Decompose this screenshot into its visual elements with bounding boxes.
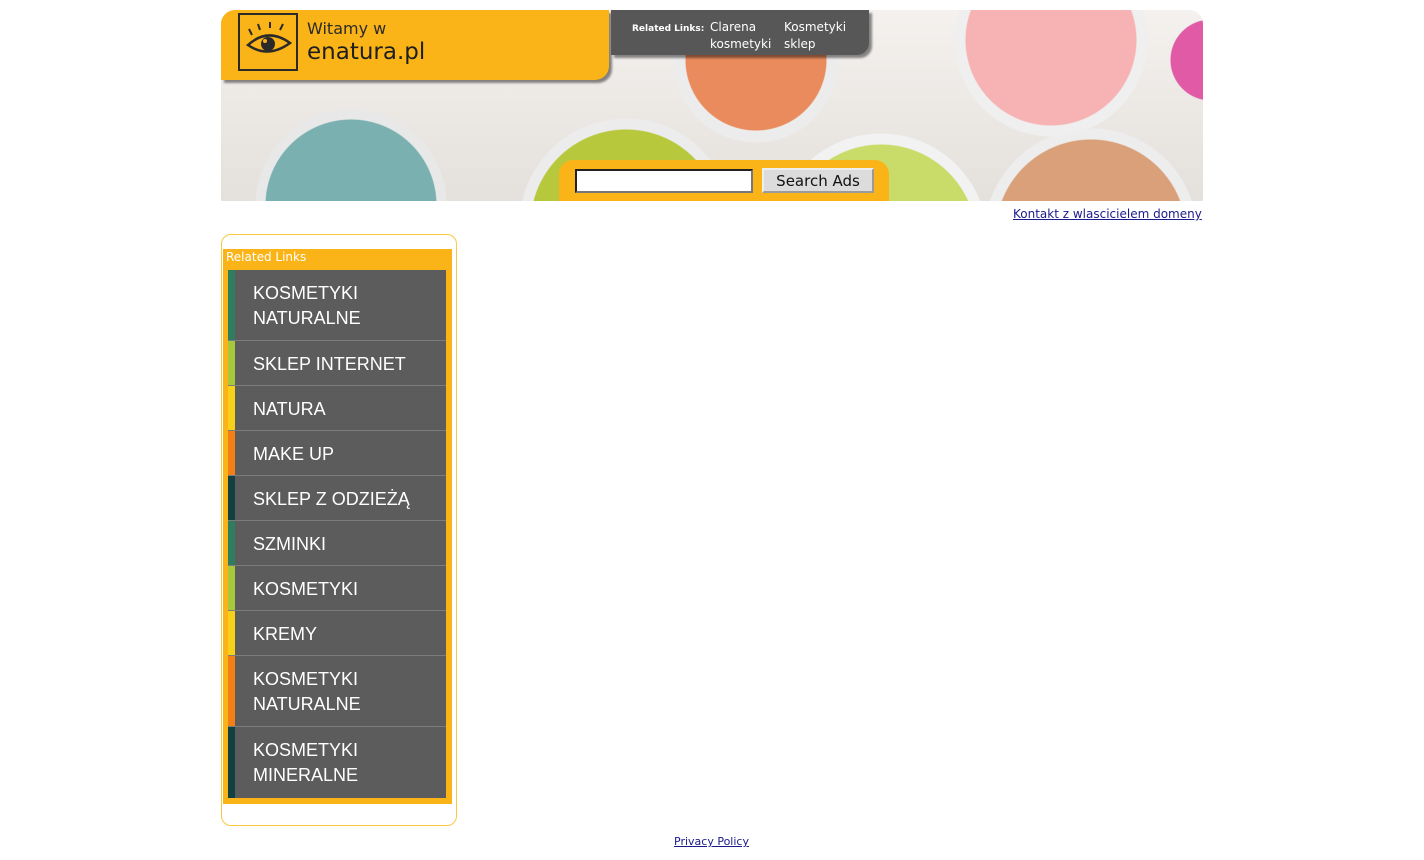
sidebar-title: Related Links: [226, 250, 307, 264]
menu-color-bar: [228, 611, 235, 655]
header-banner: Witamy w enatura.pl Related Links: Clare…: [221, 10, 1203, 201]
welcome-text: Witamy w: [307, 19, 387, 38]
related-links-title: Related Links:: [632, 24, 705, 34]
search-input[interactable]: [575, 169, 753, 193]
menu-color-bar: [228, 341, 235, 385]
sidebar-item-kosmetyki[interactable]: KOSMETYKI: [228, 566, 446, 611]
eye-logo-icon: [238, 13, 298, 71]
related-link-clarena[interactable]: Clarena kosmetyki: [710, 19, 782, 53]
sidebar-item-natura[interactable]: NATURA: [228, 386, 446, 431]
sidebar-item-sklep-z-odzieza[interactable]: SKLEP Z ODZIEŻĄ: [228, 476, 446, 521]
sidebar-item-kosmetyki-mineralne[interactable]: KOSMETYKI MINERALNE: [228, 727, 446, 798]
menu-color-bar: [228, 656, 235, 726]
menu-color-bar: [228, 566, 235, 610]
menu-color-bar: [228, 476, 235, 520]
domain-title: enatura.pl: [307, 39, 426, 65]
menu-color-bar: [228, 431, 235, 475]
menu-color-bar: [228, 521, 235, 565]
sidebar-item-kosmetyki-naturalne-2[interactable]: KOSMETYKI NATURALNE: [228, 656, 446, 727]
search-box: Search Ads: [559, 160, 889, 201]
sidebar-item-szminki[interactable]: SZMINKI: [228, 521, 446, 566]
sidebar-item-kremy[interactable]: KREMY: [228, 611, 446, 656]
sidebar-item-kosmetyki-naturalne[interactable]: KOSMETYKI NATURALNE: [228, 270, 446, 341]
sidebar-item-make-up[interactable]: MAKE UP: [228, 431, 446, 476]
menu-color-bar: [228, 386, 235, 430]
privacy-policy-link[interactable]: Privacy Policy: [674, 835, 749, 848]
logo-box: Witamy w enatura.pl: [221, 10, 609, 80]
related-links-box: Related Links: Clarena kosmetyki Kosmety…: [611, 10, 869, 55]
sidebar-item-sklep-internet[interactable]: SKLEP INTERNET: [228, 341, 446, 386]
contact-owner-link[interactable]: Kontakt z wlascicielem domeny: [1013, 207, 1202, 221]
menu-color-bar: [228, 727, 235, 798]
menu-color-bar: [228, 270, 235, 340]
search-ads-button[interactable]: Search Ads: [762, 168, 874, 193]
related-link-kosmetyki-sklep[interactable]: Kosmetyki sklep: [784, 19, 856, 53]
sidebar-menu: KOSMETYKI NATURALNE SKLEP INTERNET NATUR…: [228, 270, 446, 798]
